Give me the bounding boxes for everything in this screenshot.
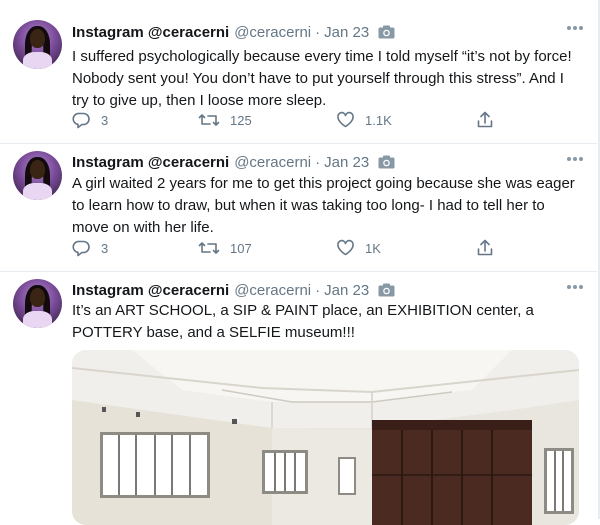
retweet-icon — [198, 239, 220, 257]
camera-icon — [378, 283, 395, 297]
share-icon — [476, 239, 494, 257]
tweet-text: A girl waited 2 years for me to get this… — [72, 175, 575, 236]
avatar[interactable] — [13, 20, 62, 69]
tweet[interactable]: Instagram @ceracerni @ceracerni · Jan 23… — [0, 0, 597, 144]
like-count: 1.1K — [365, 112, 392, 128]
heart-icon — [336, 239, 355, 257]
tweet-feed: Instagram @ceracerni @ceracerni · Jan 23… — [0, 0, 597, 525]
tweet[interactable]: Instagram @ceracerni @ceracerni · Jan 23… — [0, 271, 597, 525]
more-icon[interactable] — [567, 157, 583, 161]
reply-count: 3 — [101, 240, 109, 256]
tweet-header: Instagram @ceracerni @ceracerni · Jan 23 — [72, 151, 395, 173]
tweet[interactable]: Instagram @ceracerni @ceracerni · Jan 23… — [0, 143, 597, 272]
like-button[interactable]: 1K — [336, 239, 381, 257]
like-button[interactable]: 1.1K — [336, 111, 392, 129]
camera-icon — [378, 25, 395, 39]
tweet-date[interactable]: Jan 23 — [324, 154, 369, 171]
reply-count: 3 — [101, 112, 109, 128]
retweet-icon — [198, 111, 220, 129]
share-button[interactable] — [476, 111, 494, 129]
tweet-header: Instagram @ceracerni @ceracerni · Jan 23 — [72, 21, 395, 43]
tweet-date[interactable]: Jan 23 — [324, 282, 369, 299]
user-handle[interactable]: @ceracerni — [234, 154, 311, 171]
separator: · — [315, 153, 321, 171]
share-button[interactable] — [476, 239, 494, 257]
user-handle[interactable]: @ceracerni — [234, 282, 311, 299]
retweet-count: 107 — [230, 240, 252, 256]
retweet-button[interactable]: 107 — [198, 239, 252, 257]
tweet-actions: 3 107 1K — [72, 239, 502, 261]
tweet-header: Instagram @ceracerni @ceracerni · Jan 23 — [72, 279, 395, 301]
display-name[interactable]: Instagram @ceracerni — [72, 282, 229, 299]
separator: · — [315, 23, 321, 41]
like-count: 1K — [365, 240, 381, 256]
user-handle[interactable]: @ceracerni — [234, 24, 311, 41]
retweet-button[interactable]: 125 — [198, 111, 252, 129]
reply-icon — [72, 239, 91, 257]
avatar[interactable] — [13, 151, 62, 200]
more-icon[interactable] — [567, 26, 583, 30]
camera-icon — [378, 155, 395, 169]
tweet-text: I suffered psychologically because every… — [72, 48, 572, 109]
tweet-text: It’s an ART SCHOOL, a SIP & PAINT place,… — [72, 302, 534, 341]
reply-button[interactable]: 3 — [72, 239, 108, 257]
reply-button[interactable]: 3 — [72, 111, 108, 129]
display-name[interactable]: Instagram @ceracerni — [72, 24, 229, 41]
room-photo — [72, 350, 579, 525]
avatar[interactable] — [13, 279, 62, 328]
tweet-photo[interactable] — [72, 350, 579, 525]
separator: · — [315, 281, 321, 299]
tweet-date[interactable]: Jan 23 — [324, 24, 369, 41]
retweet-count: 125 — [230, 112, 252, 128]
share-icon — [476, 111, 494, 129]
display-name[interactable]: Instagram @ceracerni — [72, 154, 229, 171]
reply-icon — [72, 111, 91, 129]
tweet-actions: 3 125 1.1K — [72, 111, 502, 133]
heart-icon — [336, 111, 355, 129]
more-icon[interactable] — [567, 285, 583, 289]
